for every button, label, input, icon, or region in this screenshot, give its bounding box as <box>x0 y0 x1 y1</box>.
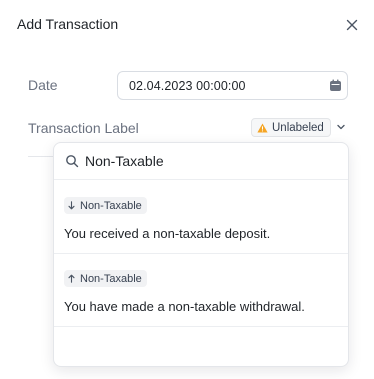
badge-label: Unlabeled <box>272 121 324 134</box>
option-tag-label: Non-Taxable <box>80 272 142 285</box>
option-tag-label: Non-Taxable <box>80 199 142 212</box>
dropdown-search <box>54 143 348 180</box>
add-transaction-dialog: Add Transaction Date 02.04.2023 00:00:00… <box>0 0 374 379</box>
option-tag: Non-Taxable <box>64 197 147 214</box>
date-label: Date <box>28 77 58 93</box>
dialog-header: Add Transaction <box>0 0 374 50</box>
calendar-icon[interactable] <box>329 79 342 92</box>
close-button[interactable] <box>342 15 362 35</box>
arrow-down-icon <box>68 201 75 210</box>
label-dropdown: Non-Taxable You received a non-taxable d… <box>53 142 349 367</box>
date-field[interactable]: 02.04.2023 00:00:00 <box>117 71 348 100</box>
option-non-taxable-withdrawal[interactable]: Non-Taxable You have made a non-taxable … <box>54 254 348 327</box>
transaction-label-label: Transaction Label <box>28 120 139 136</box>
divider <box>28 156 54 157</box>
search-input[interactable] <box>85 151 335 171</box>
option-description: You received a non-taxable deposit. <box>64 226 271 241</box>
unlabeled-badge[interactable]: Unlabeled <box>251 118 331 137</box>
option-tag: Non-Taxable <box>64 270 147 287</box>
search-icon <box>66 155 79 168</box>
arrow-up-icon <box>68 274 75 283</box>
warning-icon <box>257 123 268 132</box>
date-value[interactable]: 02.04.2023 00:00:00 <box>129 79 246 93</box>
close-icon <box>346 19 358 31</box>
dialog-title: Add Transaction <box>17 16 119 32</box>
option-description: You have made a non-taxable withdrawal. <box>64 299 305 314</box>
option-non-taxable-deposit[interactable]: Non-Taxable You received a non-taxable d… <box>54 181 348 254</box>
chevron-down-icon[interactable] <box>335 122 347 132</box>
